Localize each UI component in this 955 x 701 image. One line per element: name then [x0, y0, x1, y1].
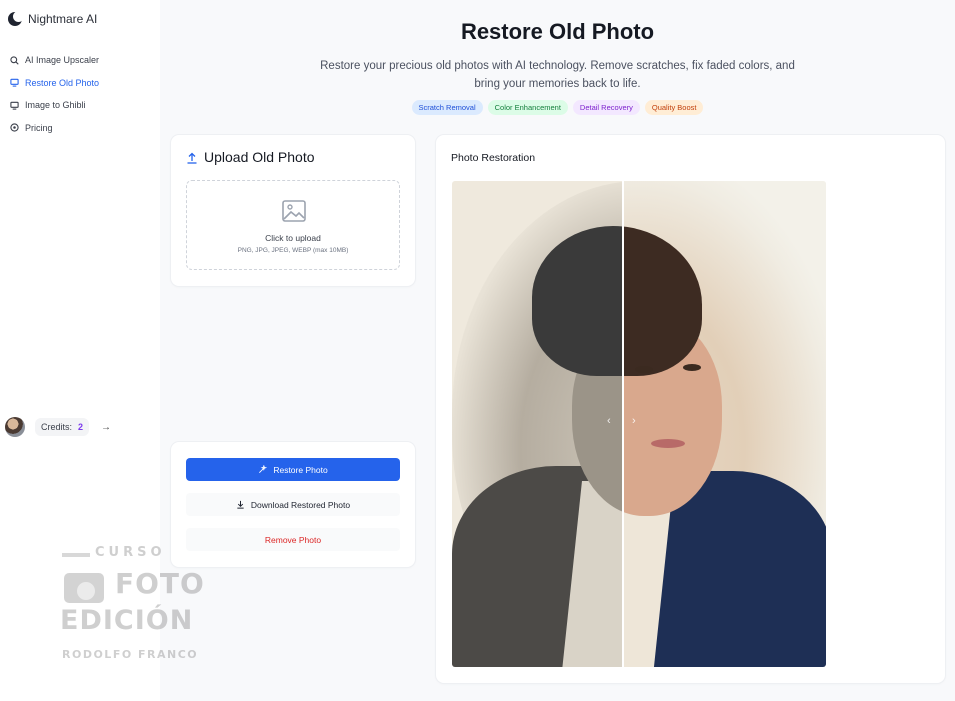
- coin-icon: [10, 123, 19, 132]
- sidebar-item-restore-old-photo[interactable]: Restore Old Photo: [10, 72, 99, 95]
- moon-logo-icon: [8, 11, 24, 26]
- monitor-icon: [10, 78, 19, 87]
- remove-photo-button[interactable]: Remove Photo: [186, 528, 400, 551]
- before-after-comparison[interactable]: ‹ ›: [452, 181, 826, 667]
- upload-dropzone[interactable]: Click to upload PNG, JPG, JPEG, WEBP (ma…: [186, 180, 400, 270]
- restoration-card: Photo Restoration ‹ ›: [436, 135, 945, 683]
- page-title: Restore Old Photo: [460, 19, 655, 44]
- sidebar-nav: AI Image Upscaler Restore Old Photo Imag…: [10, 49, 99, 139]
- watermark-line2: FOTO: [115, 567, 205, 600]
- zoom-icon: [10, 56, 19, 65]
- tag-detail-recovery: Detail Recovery: [572, 100, 640, 115]
- restore-photo-label: Restore Photo: [273, 464, 328, 475]
- comparison-slider-handle[interactable]: [612, 406, 634, 436]
- credits-label: Credits:: [41, 422, 73, 432]
- upload-format-hint: PNG, JPG, JPEG, WEBP (max 10MB): [237, 247, 349, 254]
- upload-title-row: Upload Old Photo: [186, 149, 315, 165]
- tag-color-enhancement: Color Enhancement: [487, 100, 568, 115]
- sidebar-item-label: Image to Ghibli: [25, 100, 86, 111]
- page-subtitle: Restore your precious old photos with AI…: [320, 60, 795, 90]
- remove-photo-label: Remove Photo: [264, 534, 322, 545]
- tag-scratch-removal: Scratch Removal: [411, 100, 483, 115]
- user-row: Credits: 2 →: [5, 417, 111, 437]
- download-restored-button[interactable]: Download Restored Photo: [186, 493, 400, 516]
- credits-badge: Credits: 2: [35, 418, 90, 436]
- download-icon: [237, 500, 244, 509]
- figure-eye: [683, 364, 701, 371]
- upload-main-text: Click to upload: [265, 233, 321, 243]
- sidebar-item-pricing[interactable]: Pricing: [10, 117, 99, 140]
- magic-wand-icon: [259, 465, 268, 473]
- restore-photo-button[interactable]: Restore Photo: [186, 458, 400, 481]
- sidebar-item-label: Pricing: [25, 122, 53, 133]
- sidebar-item-label: AI Image Upscaler: [25, 55, 100, 66]
- credits-value: 2: [78, 422, 84, 432]
- brand[interactable]: Nightmare AI: [8, 11, 98, 26]
- feature-tags: Scratch Removal Color Enhancement Detail…: [160, 100, 955, 115]
- upload-card: Upload Old Photo Click to upload PNG, JP…: [171, 135, 415, 286]
- figure-eye: [635, 366, 653, 373]
- figure-lips: [651, 439, 685, 448]
- sidebar-item-ai-image-upscaler[interactable]: AI Image Upscaler: [10, 49, 99, 72]
- sidebar-item-label: Restore Old Photo: [25, 77, 100, 88]
- before-photo: [452, 181, 623, 667]
- arrow-right-icon[interactable]: →: [101, 422, 111, 433]
- download-restored-label: Download Restored Photo: [250, 499, 351, 510]
- sidebar-item-image-to-ghibli[interactable]: Image to Ghibli: [10, 94, 99, 117]
- restoration-title: Photo Restoration: [451, 152, 536, 164]
- watermark-line4: RODOLFO FRANCO: [62, 648, 199, 661]
- upload-icon: [186, 151, 198, 164]
- watermark-line3: EDICIÓN: [60, 605, 194, 636]
- camera-icon: [64, 573, 104, 603]
- watermark-line1: CURSO: [95, 545, 166, 560]
- avatar[interactable]: [5, 417, 25, 437]
- after-photo: [623, 181, 826, 667]
- upload-title: Upload Old Photo: [204, 149, 315, 165]
- watermark-rule: [62, 553, 90, 557]
- actions-card: Restore Photo Download Restored Photo Re…: [171, 442, 415, 567]
- image-icon: [282, 200, 306, 222]
- brand-name: Nightmare AI: [28, 12, 98, 26]
- chevron-left-icon[interactable]: ‹: [607, 415, 611, 427]
- monitor-icon: [10, 101, 19, 110]
- tag-quality-boost: Quality Boost: [644, 100, 704, 115]
- chevron-right-icon[interactable]: ›: [632, 415, 636, 427]
